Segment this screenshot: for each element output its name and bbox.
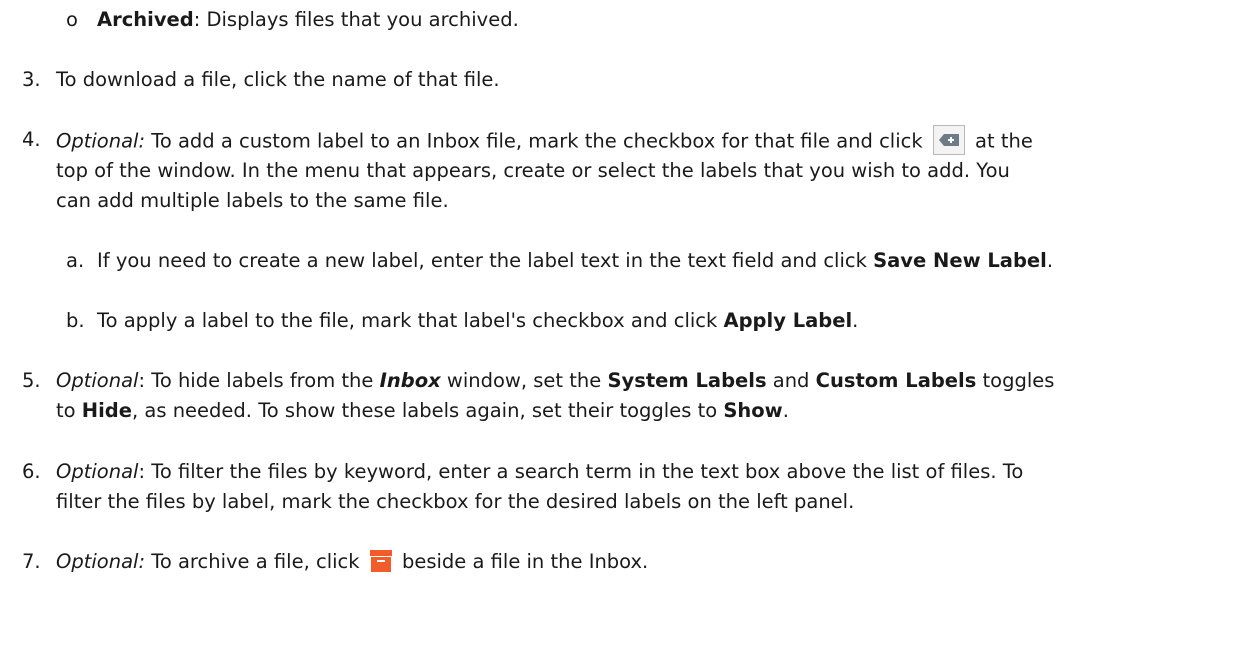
step-4a-marker: a.: [66, 249, 85, 272]
step-4b-end: .: [852, 309, 859, 332]
step-3-text: To download a file, click the name of th…: [56, 68, 500, 91]
step-4-optional: Optional:: [56, 129, 146, 153]
archived-desc: : Displays files that you archived.: [193, 8, 519, 31]
archived-item: Archived: Displays files that you archiv…: [97, 7, 519, 33]
step-6-line-2: filter the files by label, mark the chec…: [56, 490, 855, 513]
custom-labels-term: Custom Labels: [815, 369, 977, 392]
step-4-line-3: can add multiple labels to the same file…: [56, 189, 449, 212]
system-labels-term: System Labels: [607, 369, 767, 392]
step-4a-end: .: [1046, 249, 1054, 272]
bullet-marker: o: [66, 8, 78, 31]
archived-term: Archived: [97, 8, 194, 31]
save-new-label-term: Save New Label: [873, 249, 1047, 272]
step-6-number: 6.: [22, 460, 41, 483]
step-4b-text: To apply a label to the file, mark that …: [97, 309, 724, 332]
step-4b-line: To apply a label to the file, mark that …: [97, 308, 858, 334]
step-5-text-d: toggles: [976, 369, 1055, 392]
step-5-optional: Optional: [56, 369, 139, 392]
step-4-line-1: Optional: To add a custom label to an In…: [56, 125, 1033, 157]
step-7-number: 7.: [22, 550, 41, 573]
step-6-optional: Optional: [56, 460, 139, 483]
step-4-text-b: at the: [968, 129, 1033, 153]
step-7-text-a: To archive a file, click: [145, 550, 366, 573]
step-5-line-1: Optional: To hide labels from the Inbox …: [56, 368, 1054, 394]
step-5-text-e: to: [56, 399, 82, 422]
show-term: Show: [723, 399, 783, 422]
hide-term: Hide: [81, 399, 132, 422]
step-5-line-2: to Hide, as needed. To show these labels…: [56, 398, 789, 424]
archive-icon: [369, 549, 392, 572]
step-7-text-b: beside a file in the Inbox.: [395, 550, 649, 573]
step-5-text-a: : To hide labels from the: [138, 369, 380, 392]
step-4-text-a: To add a custom label to an Inbox file, …: [145, 129, 929, 153]
step-6-line-1: Optional: To filter the files by keyword…: [56, 459, 1023, 485]
inbox-term: Inbox: [379, 369, 441, 392]
step-5-text-f: , as needed. To show these labels again,…: [131, 399, 724, 422]
step-4-number: 4.: [22, 128, 41, 151]
step-4b-marker: b.: [66, 309, 85, 332]
step-3-number: 3.: [22, 68, 41, 91]
apply-label-term: Apply Label: [723, 309, 853, 332]
step-7-line: Optional: To archive a file, click besid…: [56, 549, 648, 575]
label-icon: [932, 125, 965, 155]
step-7-optional: Optional:: [56, 550, 146, 573]
step-4a-text: If you need to create a new label, enter…: [97, 249, 874, 272]
step-4a-line: If you need to create a new label, enter…: [97, 248, 1053, 274]
step-4-line-2: top of the window. In the menu that appe…: [56, 159, 1010, 182]
step-5-text-b: window, set the: [440, 369, 608, 392]
step-6-text-a: : To filter the files by keyword, enter …: [138, 460, 1024, 483]
step-5-text-g: .: [782, 399, 789, 422]
step-5-number: 5.: [22, 369, 41, 392]
step-5-text-c: and: [766, 369, 816, 392]
